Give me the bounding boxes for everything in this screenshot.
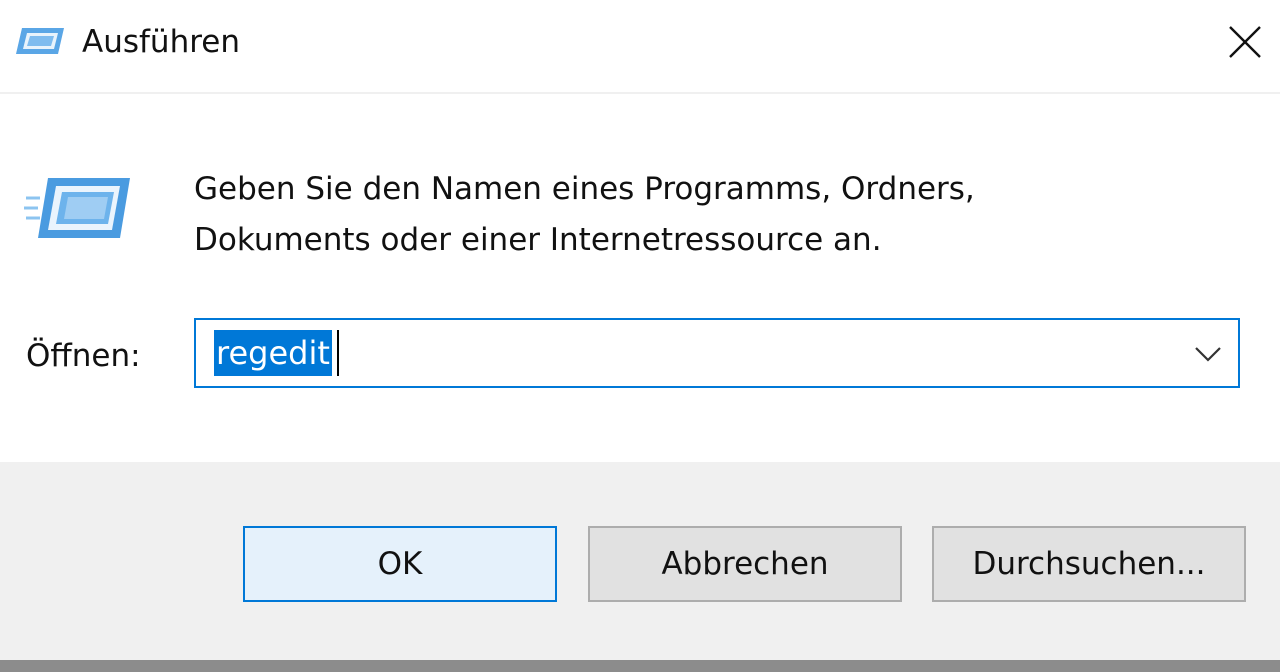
run-dialog-icon [24, 178, 130, 238]
text-caret [337, 330, 339, 376]
window-bottom-border [0, 660, 1280, 672]
description-line-2: Dokuments oder einer Internetressource a… [194, 222, 882, 258]
button-bar: OK Abbrechen Durchsuchen... [0, 462, 1280, 660]
description-line-1: Geben Sie den Namen eines Programms, Ord… [194, 171, 975, 207]
chevron-down-icon[interactable] [1190, 336, 1226, 372]
open-input-value[interactable]: regedit [214, 330, 332, 376]
open-combobox[interactable]: regedit [194, 318, 1240, 388]
close-icon [1229, 26, 1261, 58]
ok-button[interactable]: OK [243, 526, 557, 602]
open-label: Öffnen: [26, 338, 141, 374]
cancel-button[interactable]: Abbrechen [588, 526, 902, 602]
dialog-content: Geben Sie den Namen eines Programms, Ord… [0, 94, 1280, 462]
window-title: Ausführen [82, 24, 240, 60]
browse-button[interactable]: Durchsuchen... [932, 526, 1246, 602]
close-button[interactable] [1210, 0, 1280, 84]
run-dialog-icon [16, 28, 64, 54]
title-bar[interactable]: Ausführen [0, 0, 1280, 94]
dialog-description: Geben Sie den Namen eines Programms, Ord… [194, 164, 1194, 266]
run-dialog: Ausführen Geben Sie den Namen eines Prog… [0, 0, 1280, 672]
